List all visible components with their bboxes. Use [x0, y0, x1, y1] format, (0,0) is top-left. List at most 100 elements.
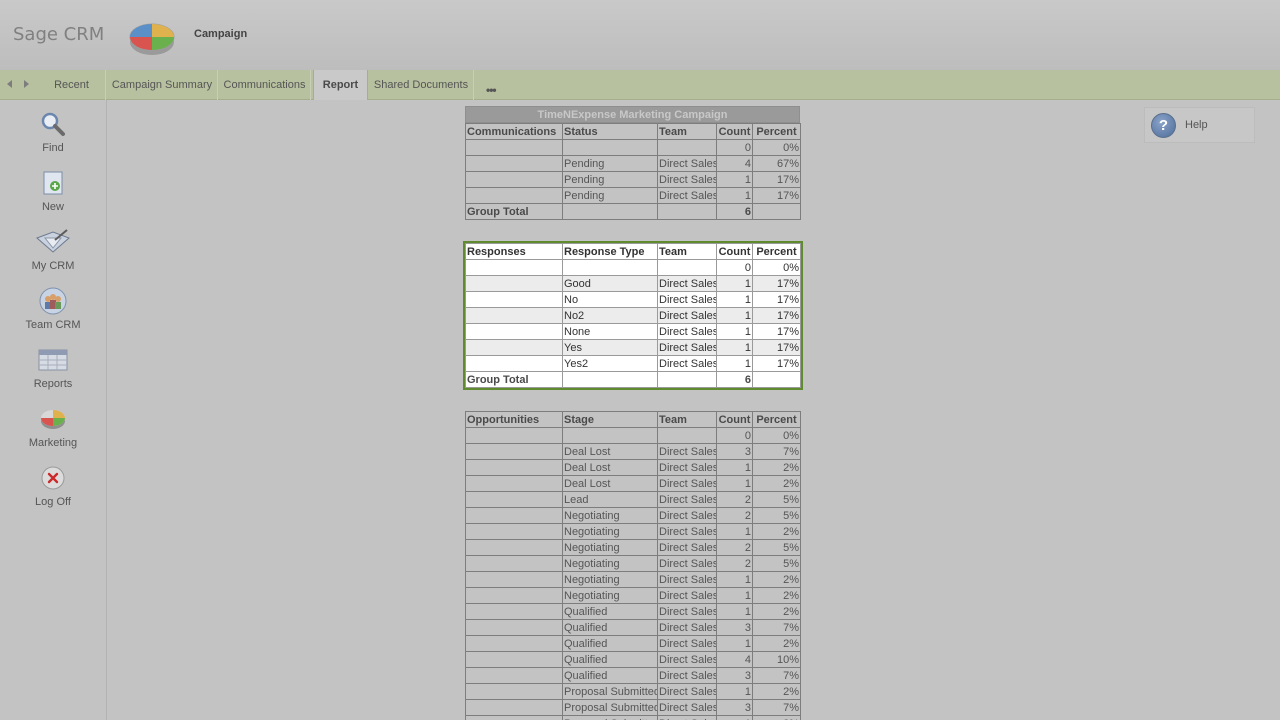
table-row: None Direct Sales 1 17% — [465, 323, 801, 340]
percent-cell: 7% — [752, 667, 801, 684]
count-cell: 1 — [716, 275, 753, 292]
opportunities-table: Opportunities Stage Team Count Percent 0… — [465, 411, 801, 720]
group-cell — [465, 619, 563, 636]
percent-cell: 17% — [752, 171, 801, 188]
table-row: Qualified Direct Sales 4 10% — [465, 651, 801, 668]
group-cell — [465, 699, 563, 716]
category-cell: Negotiating — [562, 555, 658, 572]
percent-cell: 5% — [752, 555, 801, 572]
table-row: Yes2 Direct Sales 1 17% — [465, 355, 801, 372]
count-cell: 1 — [716, 323, 753, 340]
group-cell — [465, 155, 563, 172]
category-cell: Yes — [562, 339, 658, 356]
percent-cell: 2% — [752, 523, 801, 540]
percent-cell: 7% — [752, 699, 801, 716]
count-cell: 1 — [716, 307, 753, 324]
nav-new[interactable]: New — [0, 169, 106, 213]
reports-icon — [38, 349, 68, 371]
group-cell — [465, 555, 563, 572]
nav-reports[interactable]: Reports — [0, 346, 106, 390]
category-cell — [562, 259, 658, 276]
category-cell: Negotiating — [562, 539, 658, 556]
count-cell: 1 — [716, 715, 753, 720]
table-row: Negotiating Direct Sales 1 2% — [465, 571, 801, 588]
nav-log-off[interactable]: Log Off — [0, 464, 106, 508]
team-cell: Direct Sales — [657, 491, 717, 508]
group-cell — [465, 355, 563, 372]
team-cell: Direct Sales — [657, 307, 717, 324]
count-cell: 6 — [716, 371, 753, 388]
team-cell: Direct Sales — [657, 635, 717, 652]
tab-campaign-summary[interactable]: Campaign Summary — [107, 70, 218, 100]
nav-team-crm-label: Team CRM — [25, 319, 81, 331]
table-row: Deal Lost Direct Sales 1 2% — [465, 475, 801, 492]
tab-scroll-left-icon[interactable] — [7, 80, 12, 88]
column-header: Percent — [752, 411, 801, 428]
communications-table: Communications Status Team Count Percent… — [465, 123, 801, 220]
nav-marketing[interactable]: Marketing — [0, 405, 106, 449]
nav-my-crm[interactable]: My CRM — [0, 228, 106, 272]
percent-cell: 2% — [752, 459, 801, 476]
help-button[interactable]: ? Help — [1144, 107, 1255, 143]
percent-cell: 0% — [752, 427, 801, 444]
tab-communications[interactable]: Communications — [219, 70, 311, 100]
column-header: Response Type — [562, 243, 658, 260]
nav-team-crm[interactable]: Team CRM — [0, 287, 106, 331]
team-cell: Direct Sales — [657, 667, 717, 684]
table-row: Good Direct Sales 1 17% — [465, 275, 801, 292]
help-label: Help — [1185, 119, 1208, 131]
percent-cell: 17% — [752, 323, 801, 340]
percent-cell: 2% — [752, 603, 801, 620]
team-cell — [657, 371, 717, 388]
count-cell: 1 — [716, 587, 753, 604]
category-cell: Qualified — [562, 651, 658, 668]
group-cell — [465, 187, 563, 204]
table-header-row: Responses Response Type Team Count Perce… — [465, 243, 801, 260]
percent-cell: 17% — [752, 355, 801, 372]
percent-cell: 7% — [752, 619, 801, 636]
group-cell — [465, 475, 563, 492]
group-cell — [465, 291, 563, 308]
count-cell: 1 — [716, 291, 753, 308]
count-cell: 2 — [716, 555, 753, 572]
column-header: Count — [716, 243, 753, 260]
category-cell: Deal Lost — [562, 459, 658, 476]
group-cell — [465, 171, 563, 188]
nav-find[interactable]: Find — [0, 110, 106, 154]
table-row: Pending Direct Sales 1 17% — [465, 171, 801, 188]
magnifier-icon — [41, 112, 65, 136]
category-cell: Proposal Submitted — [562, 699, 658, 716]
team-cell: Direct Sales — [657, 475, 717, 492]
category-cell: Lead — [562, 491, 658, 508]
table-row: Negotiating Direct Sales 2 5% — [465, 555, 801, 572]
marketing-pie-icon — [41, 410, 65, 429]
group-cell — [465, 667, 563, 684]
percent-cell: 5% — [752, 491, 801, 508]
tab-scroll-right-icon[interactable] — [24, 80, 29, 88]
team-cell — [657, 139, 717, 156]
category-cell: No2 — [562, 307, 658, 324]
team-cell: Direct Sales — [657, 619, 717, 636]
group-cell — [465, 323, 563, 340]
group-cell — [465, 683, 563, 700]
tab-shared-documents[interactable]: Shared Documents — [369, 70, 474, 100]
team-cell: Direct Sales — [657, 603, 717, 620]
tab-report[interactable]: Report — [313, 70, 368, 100]
table-row: Qualified Direct Sales 3 7% — [465, 667, 801, 684]
category-cell: No — [562, 291, 658, 308]
team-cell: Direct Sales — [657, 523, 717, 540]
count-cell: 1 — [716, 635, 753, 652]
group-cell — [465, 587, 563, 604]
report-title: TimeNExpense Marketing Campaign — [465, 106, 800, 123]
count-cell: 1 — [716, 171, 753, 188]
team-cell: Direct Sales — [657, 651, 717, 668]
team-cell: Direct Sales — [657, 291, 717, 308]
percent-cell — [752, 203, 801, 220]
percent-cell: 2% — [752, 587, 801, 604]
team-cell: Direct Sales — [657, 339, 717, 356]
tabs-more-icon[interactable]: ••• — [486, 83, 497, 97]
percent-cell: 17% — [752, 275, 801, 292]
count-cell: 2 — [716, 539, 753, 556]
tab-recent[interactable]: Recent — [38, 70, 106, 100]
